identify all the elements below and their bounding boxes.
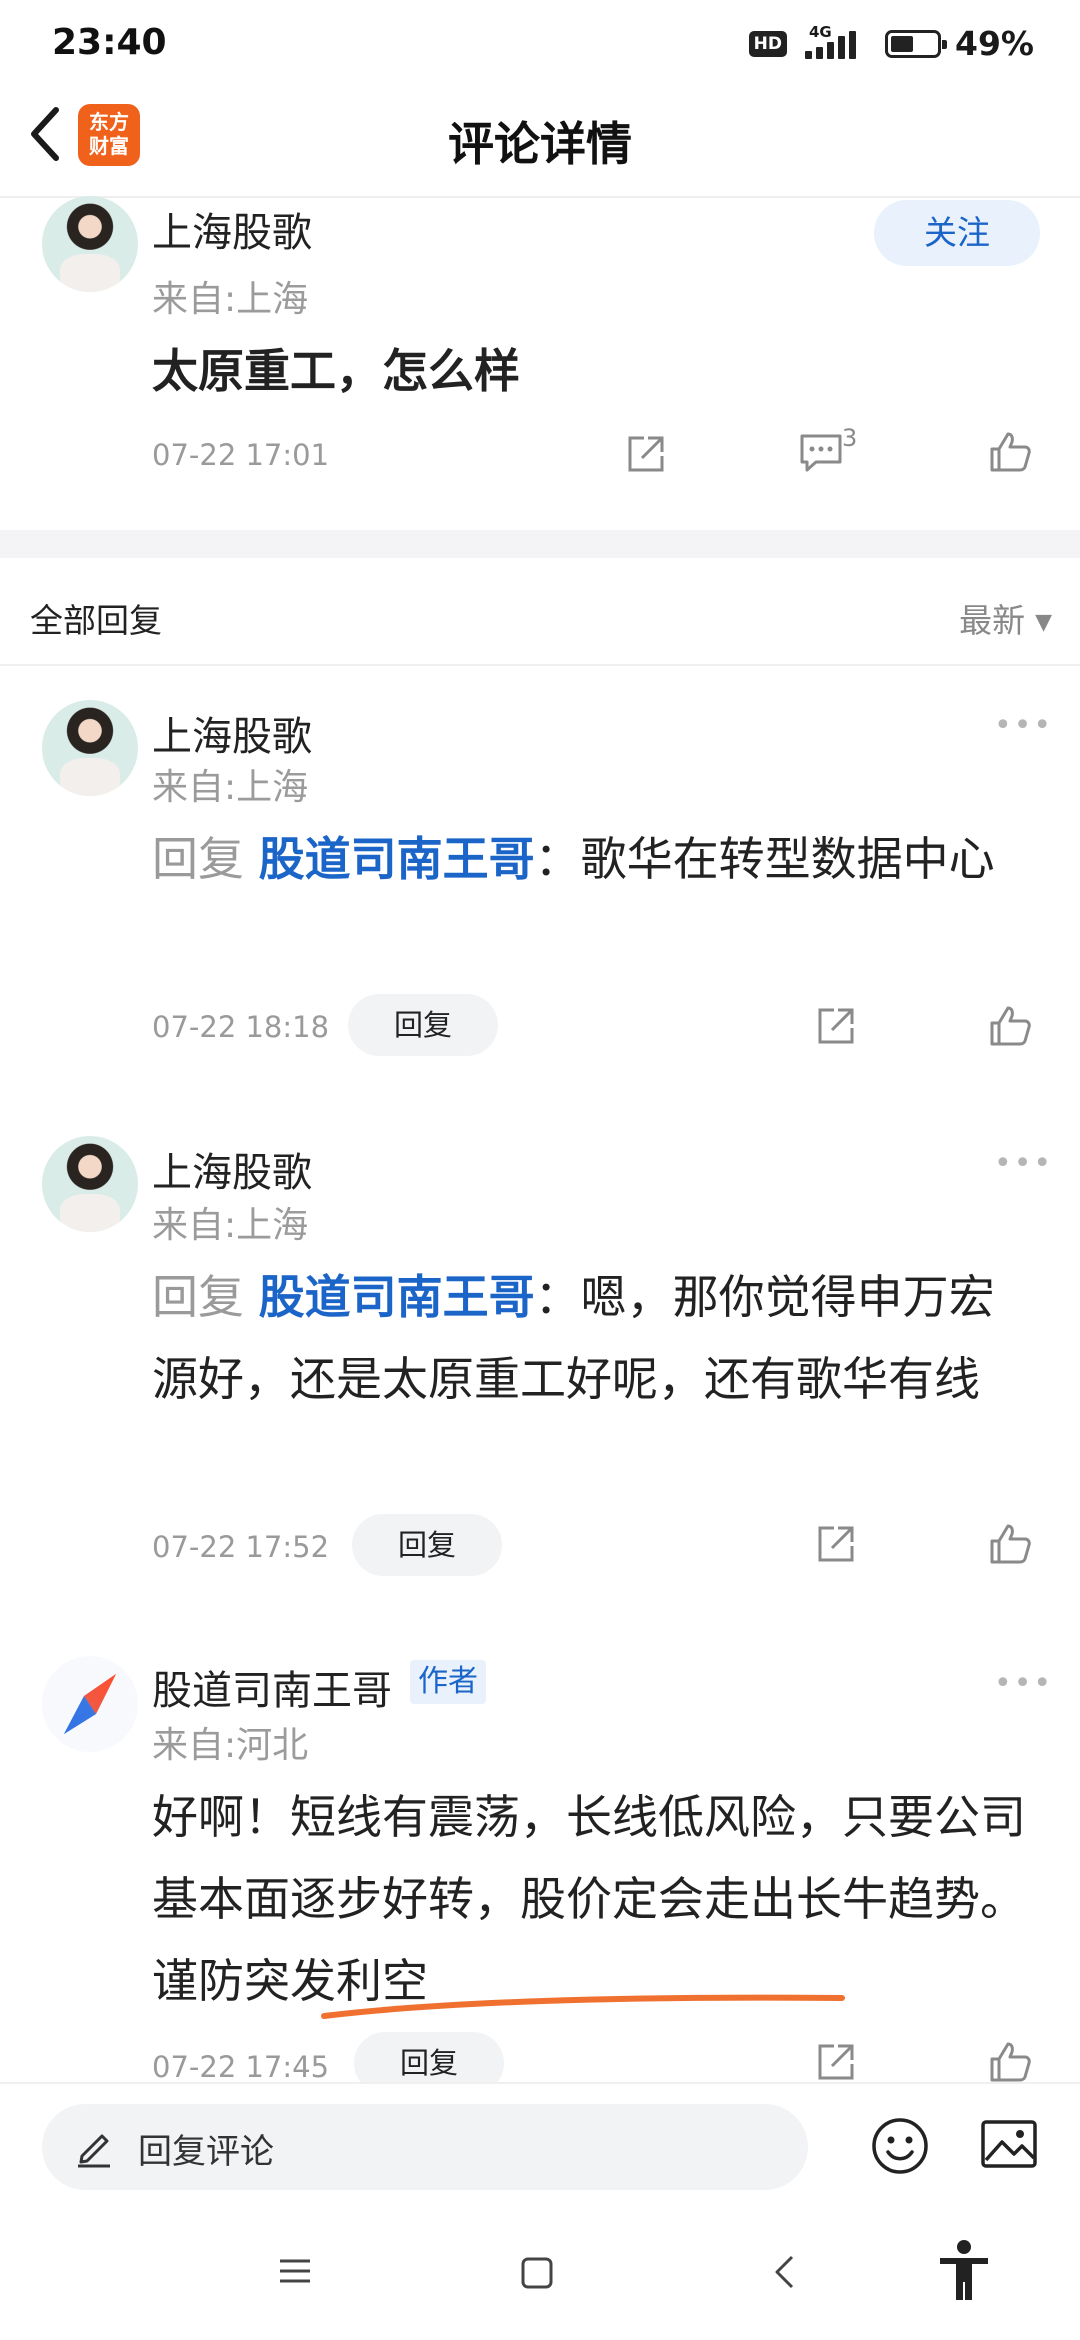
image-button[interactable] (980, 2118, 1038, 2176)
battery-percent: 49% (955, 24, 1034, 63)
like-button[interactable] (988, 2040, 1032, 2088)
timestamp: 07-22 17:52 (152, 1530, 330, 1564)
avatar[interactable] (42, 1656, 138, 1752)
share-icon (818, 2044, 854, 2080)
share-button[interactable] (814, 1522, 858, 1570)
mention-link[interactable]: 股道司南王哥 (259, 1270, 535, 1324)
reply-text: 回复 股道司南王哥：嗯，那你觉得申万宏源好，还是太原重工好呢，还有歌华有线 (152, 1270, 995, 1406)
menu-icon[interactable] (278, 2254, 312, 2288)
more-options-icon[interactable]: ••• (994, 1146, 1053, 1181)
emoji-button[interactable] (870, 2116, 930, 2180)
reply-button[interactable]: 回复 (352, 1514, 502, 1576)
smiley-icon (872, 2118, 928, 2174)
signal-icon: 4G (801, 23, 871, 61)
image-icon (981, 2120, 1037, 2168)
header-divider (0, 196, 1080, 198)
avatar[interactable] (42, 1136, 138, 1232)
caret-down-icon: ▼ (1035, 610, 1052, 635)
share-icon (818, 1526, 854, 1562)
avatar[interactable] (42, 700, 138, 796)
comment-icon (800, 434, 842, 472)
follow-button[interactable]: 关注 (874, 200, 1040, 266)
home-icon[interactable] (520, 2256, 554, 2290)
username[interactable]: 上海股歌 (152, 704, 312, 762)
battery-icon (885, 29, 947, 58)
section-gap (0, 530, 1080, 558)
thumbs-up-icon (990, 1524, 1031, 1564)
comment-button[interactable] (798, 430, 848, 478)
accessibility-icon[interactable] (936, 2238, 992, 2304)
all-replies-title: 全部回复 (30, 601, 162, 640)
compass-logo-icon (64, 1674, 116, 1734)
author-badge: 作者 (410, 1660, 486, 1704)
timestamp: 07-22 17:01 (152, 438, 330, 472)
location-label: 来自:上海 (152, 1205, 309, 1246)
like-button[interactable] (988, 1522, 1032, 1570)
status-icons: HD 4G 49% (748, 23, 1034, 63)
network-type: 4G (809, 22, 832, 41)
location-label: 来自:河北 (152, 1725, 309, 1766)
username[interactable]: 股道司南王哥 (152, 1658, 392, 1716)
comment-text: 太原重工，怎么样 (152, 344, 520, 398)
share-button[interactable] (814, 1004, 858, 1052)
share-button[interactable] (814, 2040, 858, 2088)
status-time: 23:40 (52, 22, 167, 63)
handwritten-underline (321, 1994, 845, 2019)
mention-link[interactable]: 股道司南王哥 (259, 832, 535, 886)
username[interactable]: 上海股歌 (152, 1140, 312, 1198)
section-divider (0, 664, 1080, 666)
reply-text: 好啊！短线有震荡，长线低风险，只要公司基本面逐步好转，股价定会走出长牛趋势。谨防… (152, 1790, 1026, 2008)
location-label: 来自:上海 (152, 767, 309, 808)
reply-text: 回复 股道司南王哥：歌华在转型数据中心 (152, 832, 995, 886)
nav-back-icon[interactable] (772, 2254, 796, 2290)
reply-button[interactable]: 回复 (348, 994, 498, 1056)
thumbs-up-icon (990, 2042, 1031, 2082)
timestamp: 07-22 17:45 (152, 2050, 330, 2084)
comment-count: 3 (842, 424, 858, 452)
more-options-icon[interactable]: ••• (994, 1666, 1053, 1701)
location-label: 来自:上海 (152, 279, 309, 320)
like-button[interactable] (988, 430, 1032, 478)
avatar[interactable] (42, 196, 138, 292)
hd-icon: HD (748, 30, 787, 57)
thumbs-up-icon (990, 1006, 1031, 1046)
timestamp: 07-22 18:18 (152, 1010, 330, 1044)
thumbs-up-icon (990, 432, 1031, 472)
reply-comment-input[interactable]: 回复评论 (42, 2104, 808, 2190)
share-icon (818, 1008, 854, 1044)
page-title: 评论详情 (448, 117, 632, 171)
more-options-icon[interactable]: ••• (994, 708, 1053, 743)
username[interactable]: 上海股歌 (152, 200, 312, 258)
sort-dropdown[interactable]: 最新 ▼ (959, 594, 1052, 642)
pencil-icon (78, 2134, 110, 2168)
share-icon (628, 436, 664, 472)
share-button[interactable] (624, 432, 668, 480)
like-button[interactable] (988, 1004, 1032, 1052)
